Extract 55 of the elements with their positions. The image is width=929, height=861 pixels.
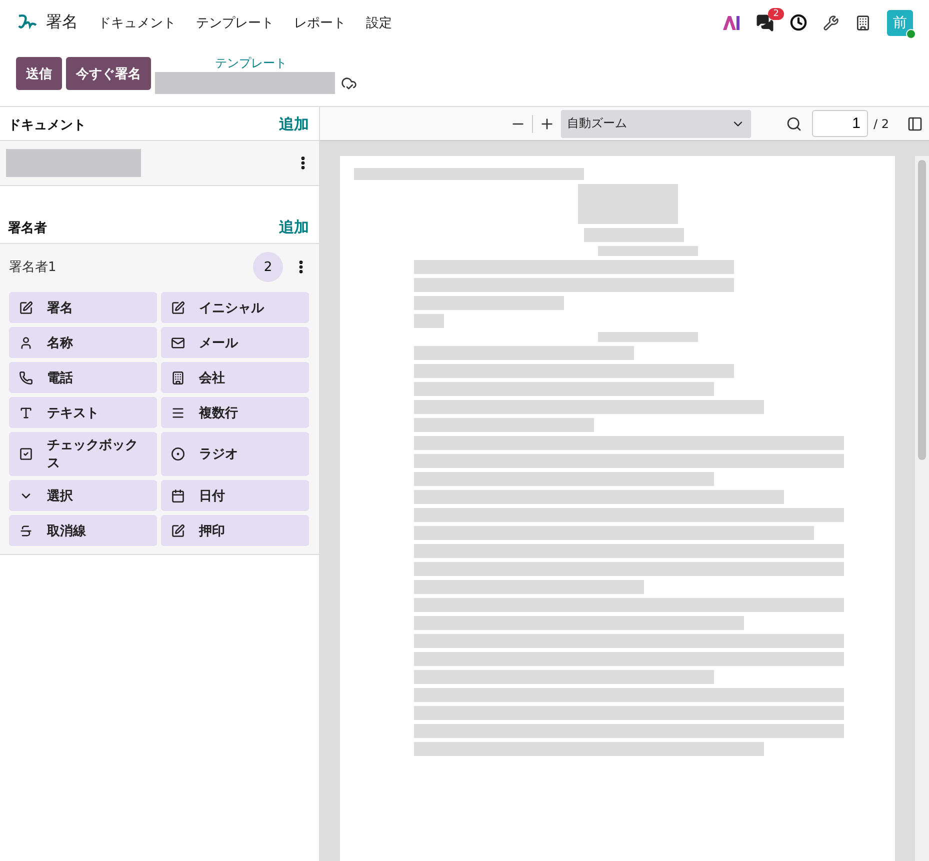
chat-icon[interactable]	[756, 14, 774, 32]
building-icon[interactable]	[855, 14, 871, 30]
envelope-icon	[171, 336, 185, 350]
lines-icon	[171, 406, 185, 420]
field-count: 2	[253, 252, 283, 282]
strikethrough-icon	[19, 524, 33, 538]
field-type-button[interactable]: 日付	[161, 480, 309, 511]
field-type-button[interactable]: 電話	[9, 362, 157, 393]
menu-item[interactable]: テンプレート	[196, 14, 274, 32]
breadcrumb-link[interactable]: テンプレート	[215, 55, 357, 72]
zoom-in-icon[interactable]	[539, 116, 555, 132]
building-icon	[171, 370, 185, 384]
sidebar-toggle-icon[interactable]	[907, 116, 923, 132]
menu-item[interactable]: ドキュメント	[98, 14, 176, 32]
calendar-icon	[171, 488, 185, 502]
page-total: / 2	[874, 116, 889, 130]
field-type-button[interactable]: テキスト	[9, 397, 157, 428]
field-type-button[interactable]: チェックボックス	[9, 432, 157, 476]
field-type-button[interactable]: メール	[161, 327, 309, 358]
clock-icon[interactable]	[790, 14, 807, 31]
add-link[interactable]: 追加	[279, 115, 309, 134]
pencil-square-icon	[19, 300, 33, 314]
tools-icon[interactable]	[823, 14, 839, 30]
person-icon	[19, 336, 33, 350]
page-number-field[interactable]: 1	[812, 110, 868, 137]
scrollbar-thumb[interactable]	[918, 160, 926, 460]
action-button[interactable]: 送信	[16, 57, 62, 90]
phone-icon	[19, 370, 33, 384]
section-title: 署名者	[8, 220, 47, 236]
ai-icon[interactable]	[722, 14, 740, 30]
radio-icon	[171, 447, 185, 461]
action-button[interactable]: 今すぐ署名	[66, 57, 151, 90]
add-link[interactable]: 追加	[279, 218, 309, 237]
message-count: 2	[768, 8, 784, 20]
text-icon	[19, 406, 33, 420]
field-type-button[interactable]: 取消線	[9, 515, 157, 546]
field-type-button[interactable]: 選択	[9, 480, 157, 511]
pencil-square-icon	[171, 524, 185, 538]
zoom-select[interactable]: 自動ズーム	[561, 110, 751, 138]
checkbox-icon	[19, 447, 33, 461]
menu-item[interactable]: 設定	[366, 14, 392, 32]
signer-name: 署名者1	[9, 259, 58, 276]
field-type-button[interactable]: 署名	[9, 292, 157, 323]
field-type-button[interactable]: ラジオ	[161, 432, 309, 476]
field-type-button[interactable]: 押印	[161, 515, 309, 546]
app-title: 署名	[46, 12, 78, 33]
menu-item[interactable]: レポート	[294, 14, 346, 32]
field-type-button[interactable]: イニシャル	[161, 292, 309, 323]
search-icon[interactable]	[786, 116, 802, 132]
cloud-check-icon	[341, 75, 357, 91]
field-type-button[interactable]: 複数行	[161, 397, 309, 428]
field-type-button[interactable]: 会社	[161, 362, 309, 393]
field-type-button[interactable]: 名称	[9, 327, 157, 358]
pencil-square-icon	[171, 300, 185, 314]
section-title: ドキュメント	[8, 116, 86, 134]
